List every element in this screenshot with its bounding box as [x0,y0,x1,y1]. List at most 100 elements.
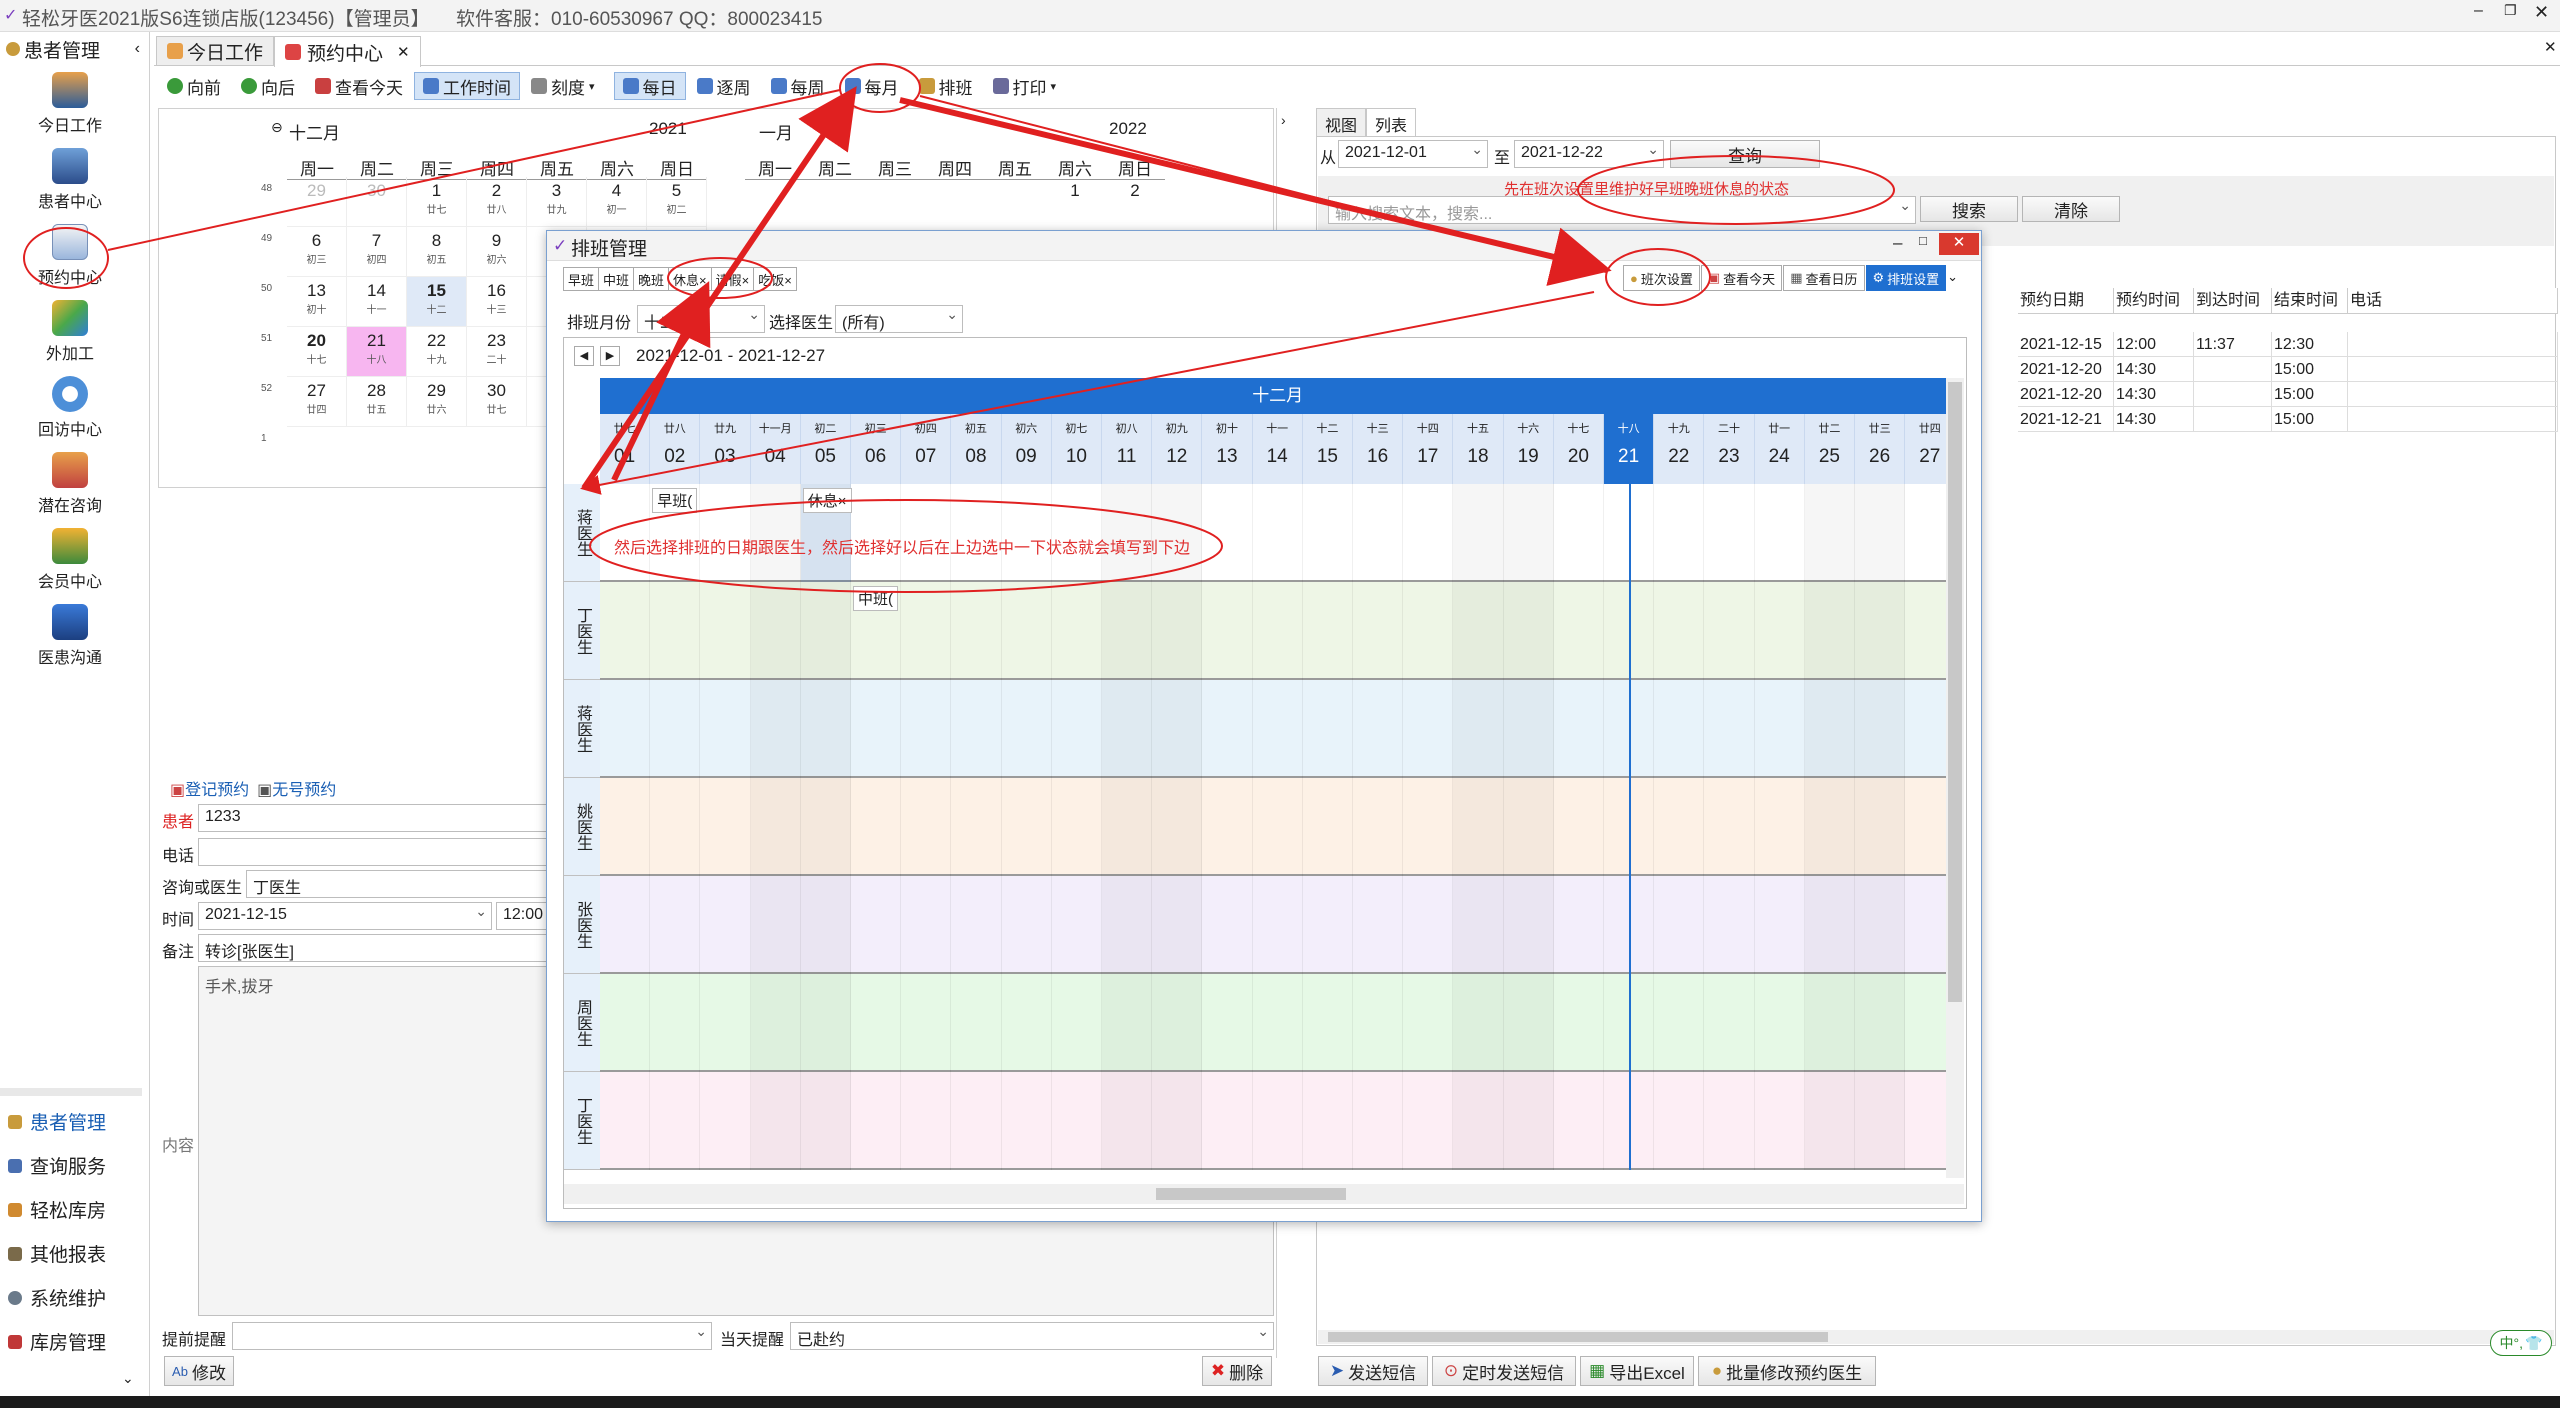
schedule-cell[interactable] [1403,876,1454,974]
from-date[interactable]: 2021-12-01 [1338,140,1488,168]
shift-settings-button[interactable]: ● 班次设置 [1623,265,1700,291]
schedule-cell[interactable] [751,974,801,1072]
schedule-cell[interactable] [1152,778,1203,876]
schedule-cell[interactable] [1905,974,1946,1072]
calendar-day[interactable]: 29 廿六 [407,377,467,427]
prev-button[interactable]: 向前 [158,72,230,100]
schedule-cell[interactable] [1504,974,1554,1072]
calendar-day[interactable]: 23 二十 [467,327,527,377]
schedule-cell[interactable] [1102,876,1153,974]
schedule-cell[interactable] [1654,778,1705,876]
schedule-cell[interactable] [1453,974,1504,1072]
schedule-cell[interactable] [1202,484,1253,582]
schedule-cell[interactable] [1303,778,1353,876]
day-header[interactable]: 初九 12 [1152,414,1203,484]
calendar-day[interactable]: 13 初十 [287,277,347,327]
schedule-settings-button[interactable]: ⚙ 排班设置 [1865,265,1947,291]
schedule-cell[interactable] [901,582,952,680]
schedule-cell[interactable] [700,1072,751,1170]
chevron-down-icon[interactable]: ⌄ [1947,265,1958,291]
schedule-cell[interactable] [650,582,701,680]
schedule-cell[interactable] [1152,484,1203,582]
calendar-day[interactable]: 30 [347,177,407,227]
schedule-cell[interactable] [1755,778,1805,876]
calendar-day[interactable]: 2 [1105,177,1165,227]
day-header[interactable]: 初四 07 [901,414,952,484]
schedule-event[interactable]: 早班( [652,488,698,513]
schedule-cell[interactable] [1704,484,1755,582]
schedule-cell[interactable] [1102,1072,1153,1170]
schedule-cell[interactable] [751,680,801,778]
calendar-day[interactable]: 27 廿四 [287,377,347,427]
schedule-cell[interactable] [1052,484,1102,582]
schedule-cell[interactable] [1253,974,1303,1072]
calendar-day[interactable]: 3 廿九 [527,177,587,227]
schedule-cell[interactable] [1002,974,1052,1072]
day-header[interactable]: 初六 09 [1001,414,1052,484]
schedule-cell[interactable] [1905,680,1946,778]
schedule-cell[interactable] [1805,974,1855,1072]
schedule-cell[interactable] [1504,876,1554,974]
schedule-cell[interactable] [700,680,751,778]
day-header[interactable]: 廿二 25 [1804,414,1855,484]
view-today-button[interactable]: ▣ 查看今天 [1700,265,1783,291]
schedule-cell[interactable] [700,778,751,876]
monthly-button[interactable]: 每月 [836,72,908,100]
schedule-cell[interactable] [1403,582,1454,680]
shift-tag[interactable]: 吃饭× [753,267,797,291]
schedule-cell[interactable] [1403,974,1454,1072]
schedule-cell[interactable] [1554,974,1604,1072]
schedule-cell[interactable] [700,484,751,582]
column-header[interactable]: 预约日期 [2018,288,2114,314]
sidebar-item-appointments[interactable]: 预约中心 [0,224,140,288]
weekly-button[interactable]: 每周 [762,72,834,100]
bottom-nav-patients[interactable]: 患者管理 [8,1108,106,1135]
day-header[interactable]: 十三 16 [1353,414,1404,484]
day-header[interactable]: 廿一 24 [1754,414,1805,484]
schedule-cell[interactable] [1202,582,1253,680]
schedule-cell[interactable] [1453,582,1504,680]
schedule-cell[interactable] [1755,1072,1805,1170]
schedule-cell[interactable] [1353,484,1404,582]
schedule-cell[interactable] [801,974,851,1072]
schedule-cell[interactable] [600,484,651,582]
schedule-cell[interactable] [1554,484,1604,582]
calendar-day[interactable]: 2 廿八 [467,177,527,227]
shift-tag[interactable]: 早班 [563,267,600,291]
schedule-cell[interactable] [1052,876,1102,974]
bottom-nav-reports[interactable]: 其他报表 [8,1240,106,1267]
schedule-cell[interactable] [1052,1072,1102,1170]
schedule-cell[interactable] [1755,876,1805,974]
column-header[interactable]: 结束时间 [2272,288,2348,314]
schedule-cell[interactable] [1202,778,1253,876]
schedule-cell[interactable] [1704,582,1755,680]
close-icon[interactable]: ✕ [397,43,410,61]
day-header[interactable]: 廿八 02 [650,414,701,484]
schedule-cell[interactable] [1353,1072,1404,1170]
schedule-cell[interactable] [1654,680,1705,778]
sidebar-item-members[interactable]: 会员中心 [0,528,140,592]
schedule-cell[interactable] [1554,582,1604,680]
schedule-cell[interactable] [1253,1072,1303,1170]
schedule-cell[interactable] [600,582,651,680]
schedule-cell[interactable] [1755,582,1805,680]
schedule-cell[interactable] [1303,974,1353,1072]
bottom-nav-query[interactable]: 查询服务 [8,1152,106,1179]
schedule-cell[interactable] [1654,974,1705,1072]
schedule-cell[interactable] [1805,582,1855,680]
schedule-cell[interactable] [1855,484,1906,582]
schedule-cell[interactable] [1303,484,1353,582]
day-header[interactable]: 初十 13 [1202,414,1253,484]
close-button[interactable]: ✕ [1939,233,1979,255]
tab-noticket[interactable]: ▣无号预约 [257,776,336,800]
schedule-cell[interactable] [851,484,902,582]
schedule-cell[interactable] [1554,778,1604,876]
daily-button[interactable]: 每日 [613,72,686,100]
batch-edit-doctor-button[interactable]: ● 批量修改预约医生 [1698,1356,1876,1386]
day-header[interactable]: 初二 05 [800,414,851,484]
calendar-day[interactable]: 9 初六 [467,227,527,277]
schedule-cell[interactable] [600,778,651,876]
calendar-day[interactable]: 30 廿七 [467,377,527,427]
collapse-icon[interactable]: ‹ [135,40,140,58]
sidebar-item-outsourcing[interactable]: 外加工 [0,300,140,364]
